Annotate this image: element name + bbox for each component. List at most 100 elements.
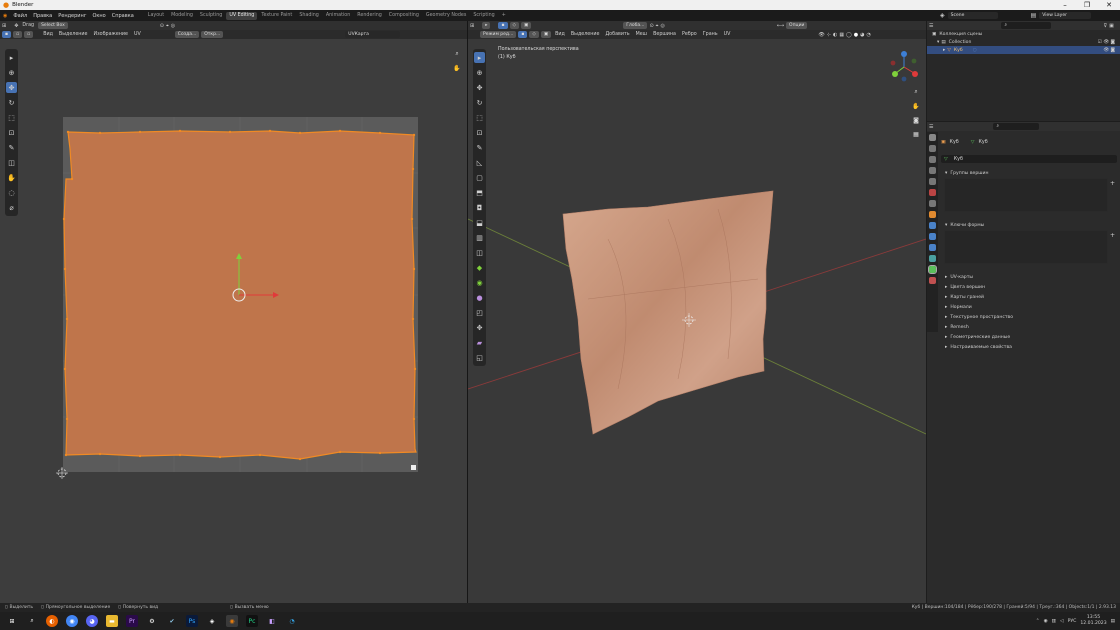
unity-icon[interactable]: ◈ [206,615,218,627]
chrome-icon[interactable]: ◉ [66,615,78,627]
menu-render[interactable]: Рендеринг [55,13,89,19]
vertex-select-icon[interactable]: ▪ [518,31,528,38]
select-box-dropdown[interactable]: Select Box [38,22,68,29]
select-mode-edge-icon[interactable]: ◇ [509,22,519,29]
tray-app-icon[interactable]: ◉ [1044,619,1048,624]
ortho-toggle-icon[interactable]: ▦ [911,129,921,139]
maximize-icon[interactable]: ❐ [1076,0,1098,10]
snap-icon[interactable]: ⌖ [166,23,169,29]
collection-tab-icon[interactable] [929,200,936,207]
tab-layout[interactable]: Layout [145,12,167,20]
data-tab-icon[interactable] [928,265,937,274]
blender-icon[interactable]: ◉ [226,615,238,627]
modifiers-tab-icon[interactable] [929,222,936,229]
shading-render-icon[interactable]: ◔ [866,32,870,38]
shading-material-icon[interactable]: ◕ [860,32,864,38]
relax-brush-icon[interactable]: ◌ [6,187,17,198]
tab-shading[interactable]: Shading [296,12,322,20]
close-icon[interactable]: ✕ [1098,0,1120,10]
vp-menu-edge[interactable]: Ребро [680,32,699,37]
scene-selector[interactable]: Scene [947,12,998,19]
zoom-view-icon[interactable]: ⌕ [911,87,921,97]
object-tab-icon[interactable] [929,211,936,218]
editor-type-icon[interactable]: ⊞ [2,23,6,29]
panel-geometry-data[interactable]: ▸ Геометрические данные [940,332,1116,342]
minimize-icon[interactable]: – [1054,0,1076,10]
shape-keys-header[interactable]: ▾ Ключи формы [940,220,1116,230]
vp-menu-vertex[interactable]: Вершина [651,32,678,37]
keyboard-language[interactable]: РУС [1068,619,1077,624]
render-tab-icon[interactable] [929,145,936,152]
cursor-tool-icon[interactable]: ⊕ [474,67,485,78]
vp-menu-face[interactable]: Грань [701,32,720,37]
new-image-button[interactable]: Созда... [174,31,200,38]
properties-search-input[interactable]: ⌕ [993,123,1040,130]
add-workspace-icon[interactable]: + [499,12,509,20]
panel-remesh[interactable]: ▸ Remesh [940,322,1116,332]
expand-icon[interactable]: ▾ [937,40,939,45]
scale-tool-icon[interactable]: ⬚ [6,112,17,123]
constraints-tab-icon[interactable] [929,255,936,262]
zoom-icon[interactable]: ⌕ [452,49,462,59]
menu-edit[interactable]: Правка [30,13,55,19]
pinch-brush-icon[interactable]: ⌀ [6,202,17,213]
select-mode-vertex-icon[interactable]: ▪ [498,22,508,29]
outliner-row-scene-collection[interactable]: ▣ Коллекция сцены [927,30,1120,38]
shrink-fatten-tool-icon[interactable]: ✥ [474,322,485,333]
image-corner-handle[interactable] [411,465,416,470]
uv-menu-view[interactable]: Вид [41,32,55,37]
uv-select-mode-face[interactable]: ▫ [24,31,34,38]
panel-face-maps[interactable]: ▸ Карты граней [940,292,1116,302]
vp-menu-mesh[interactable]: Меш [634,32,649,37]
premiere-icon[interactable]: Pr [126,615,138,627]
physics-tab-icon[interactable] [929,244,936,251]
vs-icon[interactable]: ◧ [266,615,278,627]
edge-slide-tool-icon[interactable]: ◰ [474,307,485,318]
rotate-tool-icon[interactable]: ↻ [6,97,17,108]
tray-chevron-icon[interactable]: ⌃ [1036,619,1040,624]
tab-scripting[interactable]: Scripting [470,12,497,20]
tool-tab-icon[interactable] [929,134,936,141]
grab-brush-icon[interactable]: ✋ [6,172,17,183]
select-cursor-icon[interactable]: ▸ [6,52,17,63]
view-layer-selector[interactable]: View Layer [1039,12,1092,19]
files-icon[interactable]: ▬ [106,615,118,627]
tab-modeling[interactable]: Modeling [168,12,196,20]
uv-menu-select[interactable]: Выделение [57,32,90,37]
extrude-tool-icon[interactable]: ⬒ [474,187,485,198]
vp-menu-select[interactable]: Выделение [569,32,602,37]
uvmap-selector[interactable]: UVКарта [345,31,401,38]
notifications-icon[interactable]: ▤ [1111,619,1115,624]
search-icon[interactable]: ⌕ [26,615,38,627]
spin-tool-icon[interactable]: ◉ [474,277,485,288]
cursor-icon[interactable]: ⊕ [6,67,17,78]
pan-hand-icon[interactable]: ✋ [452,63,462,73]
clock[interactable]: 13:55 12.01.2023 [1080,615,1106,627]
menu-file[interactable]: Файл [10,13,30,19]
steam-icon[interactable]: ✔ [166,615,178,627]
outliner-row-collection[interactable]: ▾ ▤ Collection ☑ 👁 ◙ [927,38,1120,46]
uv-select-mode-vertex[interactable]: ▪ [2,31,12,38]
rip-tool-icon[interactable]: ◫ [6,157,17,168]
vp-menu-view[interactable]: Вид [553,32,567,37]
edge-icon[interactable]: ◔ [286,615,298,627]
transform-tool-icon[interactable]: ⊡ [474,127,485,138]
tab-animation[interactable]: Animation [323,12,353,20]
transform-tool-icon[interactable]: ⊡ [6,127,17,138]
rip-region-tool-icon[interactable]: ◱ [474,352,485,363]
mesh-symmetry-icon[interactable]: ⟷ [777,23,784,29]
mode-dropdown[interactable]: Режим ред... [480,31,517,38]
pivot-point-icon[interactable]: ⊙ [649,23,653,29]
properties-editor-icon[interactable]: ☰ [929,124,933,130]
move-icon[interactable]: ✥ [14,23,18,29]
overlay-toggle-icon[interactable]: ◐ [833,32,837,38]
open-image-button[interactable]: Откр... [201,31,224,38]
orientation-dropdown[interactable]: Глоба... [623,22,648,29]
smooth-tool-icon[interactable]: ● [474,292,485,303]
view-object-types-icon[interactable]: 👁 [818,32,824,38]
cloth-mesh[interactable] [562,190,774,435]
outliner-row-cube[interactable]: ▸ ▽ Куб ◌ 👁 ◙ [927,46,1120,54]
start-icon[interactable]: ⊞ [6,615,18,627]
knife-tool-icon[interactable]: ◫ [474,247,485,258]
inset-tool-icon[interactable]: ◘ [474,202,485,213]
